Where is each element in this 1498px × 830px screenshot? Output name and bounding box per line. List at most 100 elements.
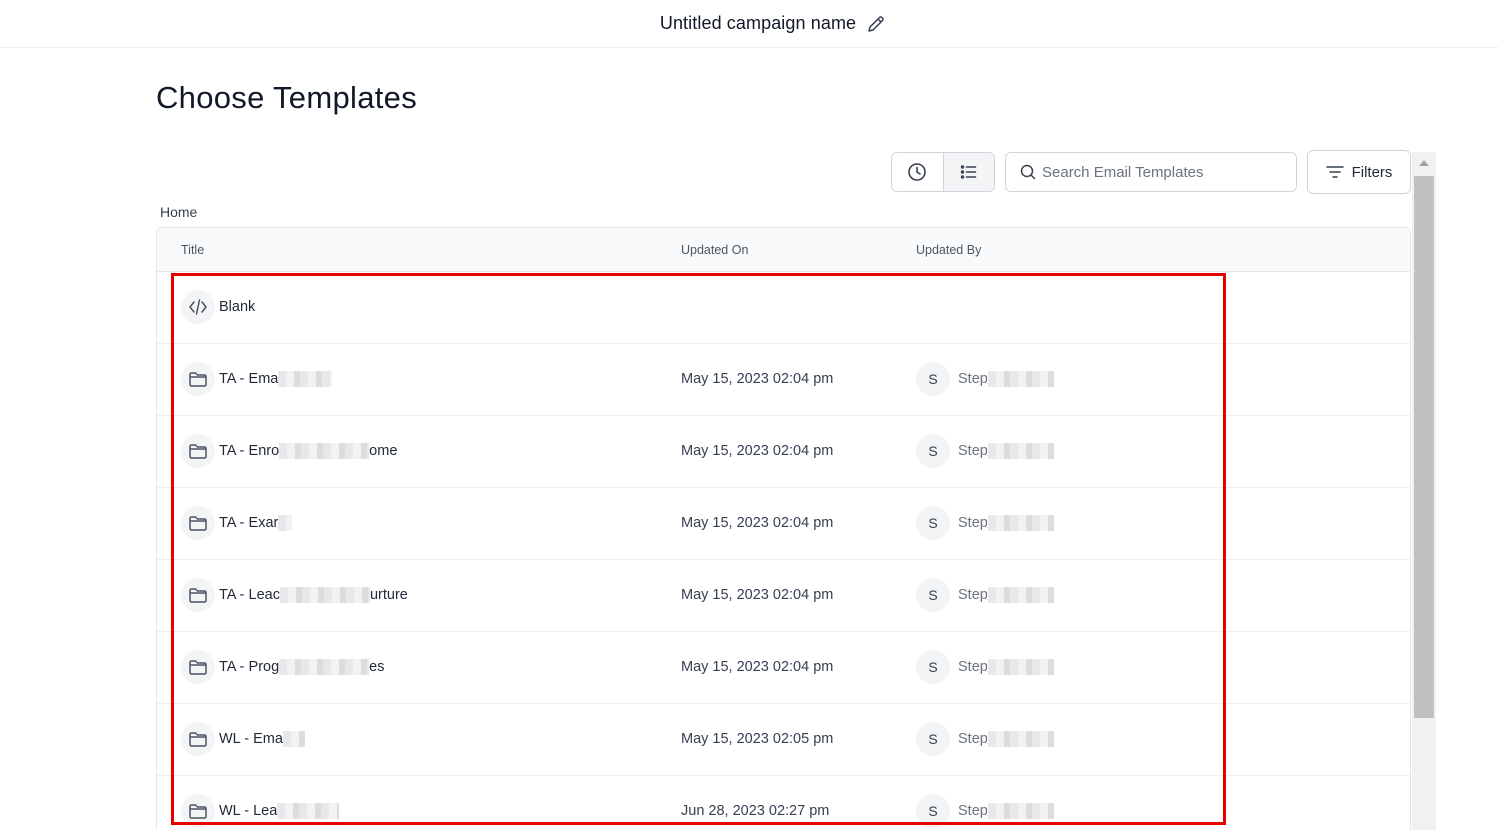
row-title: WL - Lea	[219, 803, 278, 819]
updated-on-cell: May 15, 2023 02:04 pm	[681, 515, 834, 531]
avatar: S	[916, 578, 950, 612]
updated-on-cell: May 15, 2023 02:04 pm	[681, 371, 834, 387]
avatar: S	[916, 362, 950, 396]
avatar: S	[916, 722, 950, 756]
table-row[interactable]: Blank	[157, 272, 1410, 344]
row-title: TA - Ema	[219, 371, 279, 387]
clock-icon	[908, 163, 927, 181]
filters-label: Filters	[1351, 163, 1393, 181]
campaign-name[interactable]: Untitled campaign name	[660, 13, 856, 34]
table-row[interactable]: TA - Prog es May 15, 2023 02:04 pm S Ste…	[157, 632, 1410, 704]
redacted-text	[278, 371, 333, 387]
view-toggle	[891, 152, 995, 192]
page-title: Choose Templates	[156, 80, 417, 115]
title-cell: TA - Prog es	[181, 650, 385, 684]
breadcrumb[interactable]: Home	[160, 204, 197, 220]
redacted-text	[987, 443, 1054, 459]
updated-by-cell: S Step	[916, 650, 1054, 684]
table-row[interactable]: TA - Ema May 15, 2023 02:04 pm S Step	[157, 344, 1410, 416]
row-title: TA - Enro	[219, 443, 280, 459]
user-name: Step	[958, 515, 988, 531]
updated-by-cell: S Step	[916, 722, 1054, 756]
folder-icon	[181, 434, 215, 468]
redacted-text	[277, 803, 340, 819]
folder-icon	[181, 578, 215, 612]
updated-by-cell: S Step	[916, 362, 1054, 396]
table-row[interactable]: TA - Leac urture May 15, 2023 02:04 pm S…	[157, 560, 1410, 632]
row-title: TA - Leac	[219, 587, 280, 603]
search-box[interactable]	[1005, 152, 1297, 192]
redacted-text	[987, 659, 1054, 675]
updated-by-cell: S Step	[916, 794, 1054, 828]
redacted-text	[987, 803, 1054, 819]
updated-by-cell: S Step	[916, 578, 1054, 612]
user-name: Step	[958, 443, 988, 459]
search-input[interactable]	[1042, 163, 1282, 181]
folder-icon	[181, 362, 215, 396]
list-icon	[960, 165, 977, 179]
templates-table: Title Updated On Updated By Blank TA - E…	[156, 227, 1411, 830]
recent-view-button[interactable]	[892, 153, 943, 191]
redacted-text	[282, 731, 305, 747]
table-row[interactable]: TA - Enro ome May 15, 2023 02:04 pm S St…	[157, 416, 1410, 488]
avatar: S	[916, 794, 950, 828]
search-icon	[1020, 164, 1036, 180]
folder-icon	[181, 506, 215, 540]
row-title-suffix: ome	[369, 443, 398, 459]
list-view-button[interactable]	[942, 153, 994, 191]
redacted-text	[279, 587, 370, 603]
scroll-up-arrow-icon[interactable]	[1412, 152, 1436, 174]
updated-by-cell: S Step	[916, 506, 1054, 540]
title-cell: TA - Enro ome	[181, 434, 397, 468]
row-title-suffix: urture	[369, 587, 408, 603]
title-cell: Blank	[181, 290, 255, 324]
row-title-suffix: es	[369, 659, 385, 675]
table-row[interactable]: TA - Exar May 15, 2023 02:04 pm S Step	[157, 488, 1410, 560]
pencil-icon[interactable]	[866, 14, 886, 34]
updated-by-cell: S Step	[916, 434, 1054, 468]
user-name: Step	[958, 803, 988, 819]
filter-icon	[1325, 166, 1344, 178]
redacted-text	[987, 587, 1054, 603]
column-header-updated-by[interactable]: Updated By	[916, 243, 981, 257]
title-cell: WL - Ema	[181, 722, 305, 756]
folder-icon	[181, 650, 215, 684]
redacted-text	[987, 731, 1054, 747]
avatar: S	[916, 434, 950, 468]
avatar: S	[916, 506, 950, 540]
folder-icon	[181, 722, 215, 756]
redacted-text	[278, 515, 293, 531]
updated-on-cell: May 15, 2023 02:05 pm	[681, 731, 834, 747]
row-title: TA - Exar	[219, 515, 279, 531]
user-name: Step	[958, 659, 988, 675]
title-cell: TA - Ema	[181, 362, 333, 396]
redacted-text	[987, 515, 1054, 531]
filters-button[interactable]: Filters	[1307, 150, 1411, 194]
updated-on-cell: May 15, 2023 02:04 pm	[681, 659, 834, 675]
top-bar: Untitled campaign name	[0, 0, 1498, 48]
row-title: TA - Prog	[219, 659, 280, 675]
table-header: Title Updated On Updated By	[157, 228, 1410, 272]
avatar: S	[916, 650, 950, 684]
code-icon	[181, 290, 215, 324]
title-cell: WL - Lea	[181, 794, 340, 828]
table-row[interactable]: WL - Ema May 15, 2023 02:05 pm S Step	[157, 704, 1410, 776]
updated-on-cell: May 15, 2023 02:04 pm	[681, 587, 834, 603]
title-cell: TA - Leac urture	[181, 578, 408, 612]
column-header-updated-on[interactable]: Updated On	[681, 243, 748, 257]
row-title: Blank	[219, 299, 256, 315]
title-cell: TA - Exar	[181, 506, 293, 540]
column-header-title[interactable]: Title	[181, 243, 204, 257]
table-row[interactable]: WL - Lea Jun 28, 2023 02:27 pm S Step	[157, 776, 1410, 830]
redacted-text	[987, 371, 1054, 387]
scrollbar[interactable]	[1412, 152, 1436, 830]
folder-icon	[181, 794, 215, 828]
user-name: Step	[958, 371, 988, 387]
row-title: WL - Ema	[219, 731, 283, 747]
redacted-text	[279, 443, 370, 459]
user-name: Step	[958, 587, 988, 603]
user-name: Step	[958, 731, 988, 747]
scroll-thumb[interactable]	[1414, 176, 1434, 718]
updated-on-cell: May 15, 2023 02:04 pm	[681, 443, 834, 459]
redacted-text	[279, 659, 370, 675]
